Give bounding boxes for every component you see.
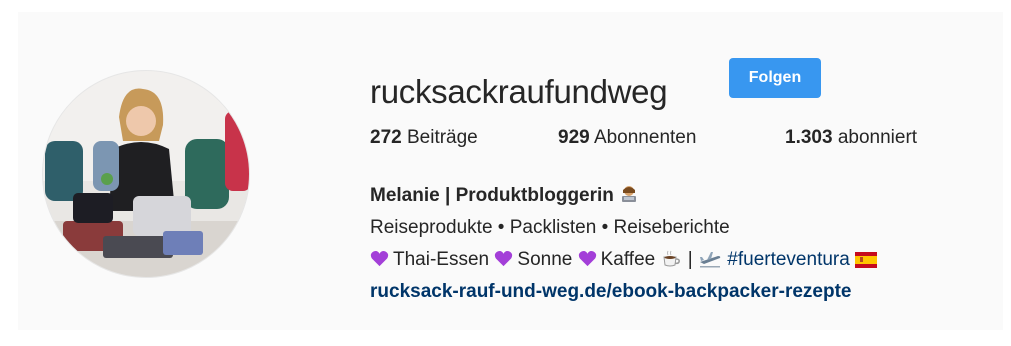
stat-following[interactable]: 1.303 abonniert [785,125,917,151]
avatar-photo [43,71,249,277]
stat-posts-count: 272 [370,127,402,148]
profile-avatar[interactable] [42,70,250,278]
bio-hashtag[interactable]: #fuerteventura [727,249,850,270]
woman-technologist-icon [622,186,637,202]
stat-following-label: abonniert [837,127,918,148]
stat-following-count: 1.303 [785,127,833,148]
follow-button[interactable]: Folgen [729,58,821,98]
profile-header: rucksackraufundweg Folgen 272 Beiträge 9… [18,12,1003,330]
spain-flag-icon [855,252,878,268]
bio-separator: | [687,249,693,270]
stat-posts[interactable]: 272 Beiträge [370,125,478,151]
stat-followers[interactable]: 929 Abonnenten [558,125,696,151]
stat-followers-label: Abonnenten [593,127,697,148]
profile-bio: Melanie | Produktbloggerin Reiseprodukte… [370,180,878,308]
bio-line1: Reiseprodukte • Packlisten • Reiseberich… [370,217,730,238]
stat-posts-label: Beiträge [406,127,478,148]
hot-beverage-icon [662,250,680,267]
bio-item-thai: Thai-Essen [393,249,490,270]
bio-name: Melanie | Produktbloggerin [370,180,877,212]
airplane-icon [700,252,721,268]
bio-name-text: Melanie | Produktbloggerin [370,185,614,206]
bio-item-kaffee: Kaffee [600,249,656,270]
purple-heart-icon [495,250,513,267]
bio-item-sonne: Sonne [517,249,573,270]
profile-username: rucksackraufundweg [370,73,668,110]
purple-heart-icon [578,250,596,267]
stat-followers-count: 929 [558,127,590,148]
bio-website-link[interactable]: rucksack-rauf-und-weg.de/ebook-backpacke… [370,276,877,308]
purple-heart-icon [370,250,389,267]
bio-line2: Thai-Essen Sonne Kaffee | #fuerteventura [370,244,878,276]
